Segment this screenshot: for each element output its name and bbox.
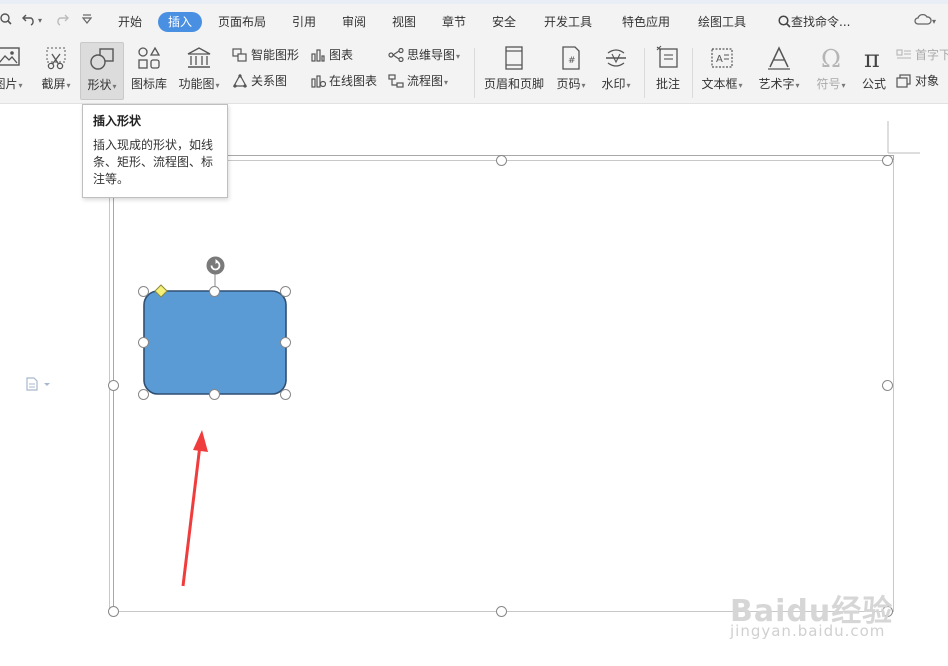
omega-icon: Ω: [821, 45, 841, 71]
picture-icon: [0, 47, 20, 66]
symbol-button[interactable]: Ω 符号▾: [812, 42, 850, 100]
watermark-icon: [606, 49, 626, 67]
ribbon-separator: [644, 48, 645, 98]
smart-graphic-button[interactable]: 智能图形: [232, 46, 299, 64]
drop-cap-label: 首字下: [915, 48, 948, 62]
header-footer-button[interactable]: 页眉和页脚: [482, 42, 546, 100]
menu-tab-bar: ▾ 开始 插入 页面布局 引用 审阅 视图 章节 安全 开发工具 特色应用 绘图…: [0, 0, 948, 42]
tab-special-apps[interactable]: 特色应用: [622, 12, 670, 32]
customize-toolbar-icon[interactable]: [81, 13, 93, 29]
flowchart-label: 流程图: [407, 74, 444, 88]
tab-section[interactable]: 章节: [442, 12, 466, 32]
chart-button[interactable]: 图表: [310, 46, 353, 64]
comment-icon: [656, 45, 678, 68]
screenshot-button[interactable]: 截屏▾: [38, 42, 74, 100]
relationship-button[interactable]: 关系图: [232, 72, 287, 90]
function-chart-button[interactable]: 功能图▾: [174, 42, 224, 100]
tab-page-layout[interactable]: 页面布局: [218, 12, 266, 32]
tab-home[interactable]: 开始: [118, 12, 142, 32]
mind-map-label: 思维导图: [407, 48, 456, 62]
undo-dropdown-icon[interactable]: ▾: [38, 16, 42, 25]
shapes-label: 形状: [87, 78, 112, 92]
online-chart-button[interactable]: 在线图表: [310, 72, 377, 90]
page-number-icon: #: [562, 46, 580, 70]
picture-button[interactable]: 图片▾: [0, 42, 26, 100]
watermark-button[interactable]: 水印▾: [596, 42, 636, 100]
text-box-button[interactable]: A 文本框▾: [698, 42, 746, 100]
flowchart-button[interactable]: 流程图▾: [388, 72, 448, 90]
formula-button[interactable]: π 公式: [858, 42, 890, 100]
redo-icon[interactable]: [55, 12, 69, 30]
drop-cap-button[interactable]: 首字下: [896, 46, 948, 64]
svg-text:π: π: [864, 45, 880, 71]
comment-button[interactable]: 批注: [650, 42, 686, 100]
shapes-icon: [90, 48, 114, 70]
shapes-button[interactable]: 形状▾: [80, 42, 124, 100]
tooltip-title: 插入形状: [93, 114, 142, 128]
word-art-button[interactable]: 艺术字▾: [754, 42, 804, 100]
mind-map-button[interactable]: 思维导图▾: [388, 46, 460, 64]
shapes-tooltip: 插入形状 插入现成的形状，如线条、矩形、流程图、标注等。: [82, 104, 228, 198]
insert-ribbon: 图片▾ 截屏▾ 形状▾ 图标库 功能图▾ 智能图形 关系图 图表 在线图表 思维…: [0, 42, 948, 104]
smart-graphic-icon: [232, 48, 247, 62]
text-box-label: 文本框: [701, 77, 738, 91]
baidu-watermark-url: jingyan.baidu.com: [730, 622, 886, 640]
icon-library-button[interactable]: 图标库: [128, 42, 170, 100]
header-footer-icon: [505, 46, 523, 70]
tab-insert[interactable]: 插入: [158, 12, 203, 32]
search-icon: [778, 15, 791, 28]
svg-text:Ω: Ω: [821, 45, 841, 71]
text-box-icon: A: [711, 48, 733, 68]
word-art-icon: [768, 46, 790, 70]
svg-text:#: #: [568, 56, 576, 66]
ribbon-separator: [692, 48, 693, 98]
object-button[interactable]: 对象: [896, 72, 939, 90]
pi-icon: π: [864, 45, 880, 71]
tab-security[interactable]: 安全: [492, 12, 516, 32]
icon-library-label: 图标库: [130, 77, 167, 91]
title-strip: [0, 0, 948, 4]
picture-label: 图片: [0, 77, 18, 91]
tooltip-body: 插入现成的形状，如线条、矩形、流程图、标注等。: [93, 138, 214, 186]
bar-chart-icon: [311, 49, 325, 62]
scissors-icon: [46, 47, 66, 70]
search-command-label: 查找命令...: [791, 15, 851, 29]
object-label: 对象: [915, 74, 940, 88]
header-footer-label: 页眉和页脚: [483, 77, 544, 91]
cloud-sync-icon[interactable]: [914, 12, 932, 30]
symbol-label: 符号: [816, 77, 841, 91]
mind-map-icon: [388, 47, 404, 63]
ribbon-separator: [474, 48, 475, 98]
function-chart-icon: [187, 47, 211, 68]
page-number-button[interactable]: # 页码▾: [552, 42, 590, 100]
formula-label: 公式: [861, 77, 886, 91]
tab-developer-tools[interactable]: 开发工具: [544, 12, 592, 32]
print-preview-icon[interactable]: [0, 12, 12, 30]
tab-references[interactable]: 引用: [292, 12, 316, 32]
undo-icon[interactable]: [22, 12, 36, 30]
chart-label: 图表: [329, 48, 354, 62]
drop-cap-icon: [896, 49, 911, 59]
relationship-label: 关系图: [251, 74, 288, 88]
relationship-icon: [232, 73, 248, 88]
online-chart-icon: [311, 75, 327, 88]
page-number-label: 页码: [556, 77, 581, 91]
function-chart-label: 功能图: [178, 77, 215, 91]
comment-label: 批注: [655, 77, 680, 91]
tab-view[interactable]: 视图: [392, 12, 416, 32]
screenshot-label: 截屏: [41, 77, 66, 91]
watermark-label: 水印: [601, 77, 626, 91]
icon-library-icon: [138, 46, 161, 69]
flowchart-icon: [388, 74, 404, 88]
smart-graphic-label: 智能图形: [251, 48, 300, 62]
cloud-dropdown-icon[interactable]: ▾: [932, 17, 936, 26]
word-art-label: 艺术字: [758, 77, 795, 91]
svg-text:A: A: [716, 54, 723, 65]
search-command[interactable]: 查找命令...: [778, 12, 850, 32]
online-chart-label: 在线图表: [329, 74, 378, 88]
tab-review[interactable]: 审阅: [342, 12, 366, 32]
object-icon: [896, 74, 911, 88]
tab-drawing-tools[interactable]: 绘图工具: [698, 12, 746, 32]
